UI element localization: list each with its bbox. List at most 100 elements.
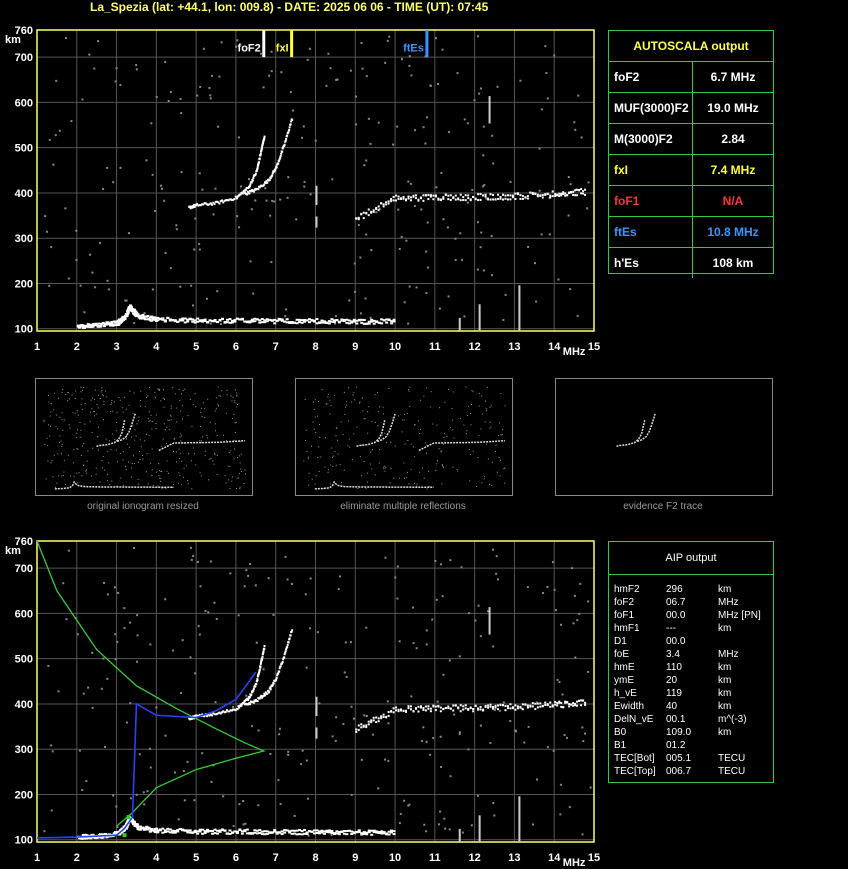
noise-dot [459,232,462,235]
e-layer-trace-dot [327,829,331,832]
thumb-noise-dot [214,454,216,456]
noise-dot [236,215,239,218]
thumb-noise-dot [179,400,181,402]
es-blanket-trace-dot [444,707,447,710]
streak-dot [518,307,521,311]
noise-dot [476,794,479,797]
thumb-noise-dot [231,418,233,420]
x-tick-label: 12 [469,341,481,353]
thumb-noise-dot [132,425,134,427]
aip-unit: km [718,675,732,686]
noise-dot [198,248,201,251]
e-layer-trace-dot [196,317,200,320]
thumb-noise-dot [204,408,206,410]
noise-dot [327,52,330,55]
thumb-noise-dot [138,416,140,418]
thumb-noise-dot [131,462,133,464]
thumb-noise-dot [129,390,131,392]
noise-dot [408,55,411,58]
noise-dot [189,656,192,659]
noise-dot [463,315,466,318]
thumb-noise-dot [233,413,235,415]
thumb-noise-dot [57,428,59,430]
e-layer-trace-dot [166,316,170,319]
noise-dot [477,604,480,607]
noise-dot [331,178,334,181]
noise-dot [427,266,430,269]
thumb-noise-dot [75,412,77,414]
noise-dot [574,656,577,659]
streak-dot [458,323,461,327]
noise-dot [461,258,464,261]
noise-dot [471,188,474,191]
e-layer-trace-dot [260,830,264,833]
noise-dot [70,120,73,123]
thumb-noise-dot [318,423,320,425]
e-layer-trace-dot [385,833,389,836]
e-layer-trace-dot [258,319,262,322]
f2-ordinary-trace-dot [221,199,224,202]
e-layer-trace-dot [280,833,284,836]
x-tick-label: 9 [352,341,358,353]
es-blanket-trace-dot [462,199,465,202]
noise-dot [586,207,589,210]
es-blanket-trace-dot [511,707,514,710]
thumb-noise-dot [233,458,235,460]
es-blanket-trace-dot [582,699,585,702]
thumb-noise-dot [125,468,127,470]
noise-dot [359,256,362,259]
thumb-noise-dot [124,465,126,467]
thumb-noise-dot [320,456,322,458]
f2-ordinary-trace-dot [263,137,266,140]
thumb-noise-dot [200,440,202,442]
es-blanket-trace-dot [477,193,480,196]
noise-dot [492,645,495,648]
thumb-noise-dot [62,474,64,476]
thumb-noise-dot [327,469,329,471]
noise-dot [64,207,67,210]
thumb-noise-dot [133,455,135,457]
aip-key: TEC[Bot] [614,753,655,764]
es-blanket-trace-dot [558,195,561,198]
noise-dot [407,804,410,807]
streak-dot [518,820,521,824]
noise-dot [560,623,563,626]
thumb-noise-dot [47,445,49,447]
thumb-noise-dot [43,421,45,423]
thumb-noise-dot [187,415,189,417]
noise-dot [574,128,577,131]
noise-dot [360,42,363,45]
streak-dot [315,191,318,195]
thumb-noise-dot [437,460,439,462]
thumb-noise-dot [99,481,101,483]
thumb-noise-dot [180,440,182,442]
thumb-noise-dot [442,443,444,445]
es-blanket-trace-dot [479,193,482,196]
noise-dot [413,205,416,208]
thumb-noise-dot [92,447,94,449]
thumb-noise-dot [103,400,105,402]
e-layer-trace-dot [158,829,162,832]
thumb-noise-dot [145,396,147,398]
noise-dot [553,588,556,591]
thumb-noise-dot [354,399,356,401]
streak-dot [315,199,318,203]
noise-dot [243,585,246,588]
noise-dot [350,793,353,796]
e-layer-trace-dot [342,320,346,323]
y-tick-label: 200 [15,278,33,290]
noise-dot [279,803,282,806]
thumb-noise-dot [214,410,216,412]
noise-dot [415,286,418,289]
thumb-noise-dot [159,480,161,482]
thumb-noise-dot [457,470,459,472]
aip-key: DelN_vE [614,714,654,725]
noise-dot [490,235,493,238]
streak-dot [518,804,521,808]
thumb-noise-dot [368,406,370,408]
thumb-noise-dot [331,456,333,458]
x-tick-label: 3 [114,341,120,353]
thumb-noise-dot [441,450,443,452]
streak-dot [478,320,481,324]
noise-dot [302,125,305,128]
